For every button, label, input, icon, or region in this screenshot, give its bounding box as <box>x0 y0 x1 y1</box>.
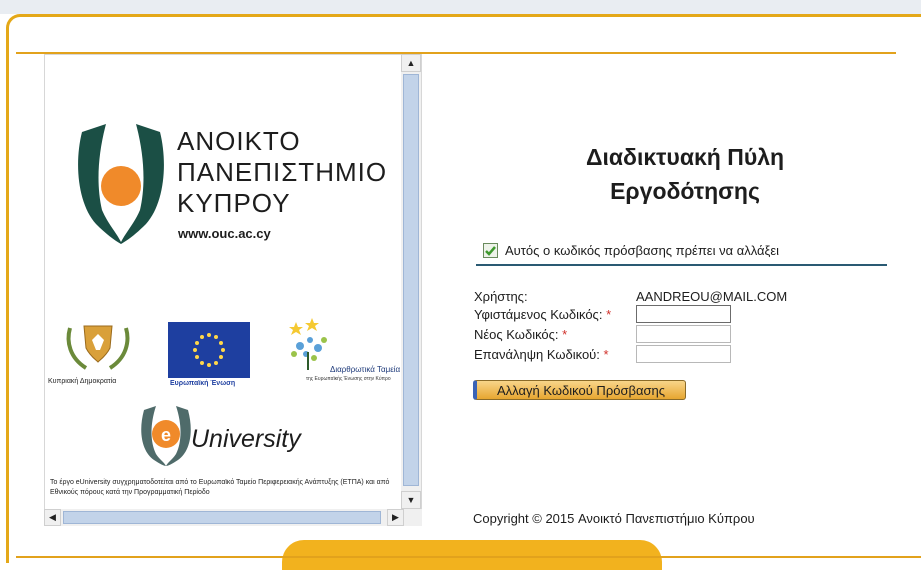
page-title: Διαδικτυακή Πύλη Εργοδότησης <box>520 140 850 208</box>
repeat-password-label-text: Επανάληψη Κωδικού: <box>474 347 600 362</box>
new-password-label: Νέος Κωδικός: * <box>474 327 567 342</box>
repeat-password-label: Επανάληψη Κωδικού: * <box>474 347 609 362</box>
euniversity-logo-icon: e <box>141 406 191 466</box>
scroll-right-icon[interactable]: ▶ <box>387 509 404 526</box>
current-password-label: Υφιστάμενος Κωδικός: * <box>474 307 611 322</box>
notice-text: Αυτός ο κωδικός πρόσβασης πρέπει να αλλά… <box>505 243 780 258</box>
page-title-line1: Διαδικτυακή Πύλη <box>585 144 785 170</box>
required-marker: * <box>562 327 568 342</box>
scroll-left-icon[interactable]: ◀ <box>44 509 61 526</box>
scroll-up-icon[interactable]: ▲ <box>401 54 421 72</box>
checkmark-icon <box>483 243 498 258</box>
vertical-scrollbar[interactable]: ▲ ▼ <box>401 54 421 509</box>
eu-flag-icon <box>168 322 250 378</box>
copyright-text: Copyright © 2015 Ανοικτό Πανεπιστήμιο Κύ… <box>473 511 755 526</box>
new-password-input[interactable] <box>636 325 731 343</box>
scroll-down-icon[interactable]: ▼ <box>401 491 421 509</box>
repeat-password-input[interactable] <box>636 345 731 363</box>
structural-funds-sublabel: της Ευρωπαϊκής Ένωσης στην Κύπρο <box>306 376 391 382</box>
change-password-button[interactable]: Αλλαγή Κωδικού Πρόσβασης <box>473 380 686 400</box>
page-title-line2: Εργοδότησης <box>610 178 760 204</box>
euniversity-prefix: e <box>161 425 171 445</box>
user-value: AANDREOU@MAIL.COM <box>636 289 788 304</box>
horizontal-scroll-thumb[interactable] <box>63 511 381 524</box>
required-marker: * <box>606 307 612 322</box>
cyprus-crest-icon <box>66 325 130 370</box>
footer-tab <box>282 540 662 570</box>
structural-funds-icon <box>289 318 327 370</box>
university-name-line2: ΠΑΝΕΠΙΣΤΗΜΙΟ <box>177 157 388 187</box>
university-name-line1: ΑΝΟΙΚΤΟ <box>177 126 301 156</box>
vertical-scroll-thumb[interactable] <box>403 74 419 486</box>
footer-divider <box>16 556 921 558</box>
new-password-label-text: Νέος Κωδικός: <box>474 327 559 342</box>
university-url: www.ouc.ac.cy <box>178 226 271 241</box>
browser-top-strip <box>0 0 921 14</box>
current-password-input[interactable] <box>636 305 731 323</box>
ouc-logo-icon <box>78 124 164 244</box>
user-label: Χρήστης: <box>474 289 528 304</box>
password-change-notice: Αυτός ο κωδικός πρόσβασης πρέπει να αλλά… <box>476 240 887 266</box>
funding-footnote: Το έργο eUniversity συγχρηματοδοτείται α… <box>50 479 390 496</box>
current-password-label-text: Υφιστάμενος Κωδικός: <box>474 307 603 322</box>
required-marker: * <box>603 347 609 362</box>
scrollbar-corner <box>404 509 422 526</box>
cyprus-label: Κυπριακή Δημοκρατία <box>48 378 117 385</box>
eu-label: Ευρωπαϊκή Ένωση <box>170 380 236 387</box>
university-name-line3: ΚΥΠΡΟΥ <box>177 188 291 218</box>
university-name: ΑΝΟΙΚΤΟ ΠΑΝΕΠΙΣΤΗΜΙΟ ΚΥΠΡΟΥ <box>177 126 387 219</box>
horizontal-scrollbar[interactable]: ◀ ▶ <box>44 509 404 526</box>
euniversity-label: University <box>191 425 301 453</box>
